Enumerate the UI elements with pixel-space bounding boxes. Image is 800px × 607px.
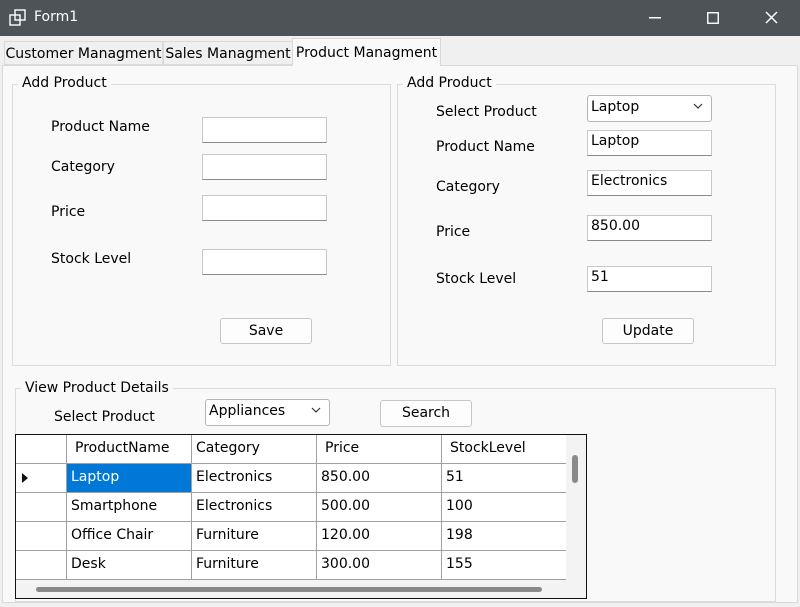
chevron-down-icon: [311, 407, 321, 413]
stock-level-field[interactable]: [202, 249, 327, 275]
table-cell[interactable]: 155: [442, 551, 566, 580]
update-stock-level-field[interactable]: 51: [587, 266, 712, 292]
select-product-dropdown[interactable]: Laptop: [587, 95, 712, 122]
close-button[interactable]: [742, 0, 800, 36]
table-cell[interactable]: 300.00: [317, 551, 442, 580]
window-title: Form1: [34, 9, 79, 25]
save-button[interactable]: Save: [220, 318, 312, 344]
row-header[interactable]: [16, 522, 67, 551]
tab-sales-managment[interactable]: Sales Managment: [163, 41, 293, 65]
chevron-down-icon: [693, 103, 703, 109]
title-bar: Form1: [0, 0, 800, 36]
table-cell[interactable]: Electronics: [192, 464, 317, 493]
select-product-value: Laptop: [591, 99, 640, 115]
product-name-label: Product Name: [51, 119, 150, 135]
table-cell[interactable]: 850.00: [317, 464, 442, 493]
table-cell[interactable]: Smartphone: [67, 493, 192, 522]
view-select-product-label: Select Product: [54, 409, 155, 425]
row-header[interactable]: [16, 551, 67, 580]
table-cell[interactable]: Office Chair: [67, 522, 192, 551]
view-product-details-legend: View Product Details: [21, 380, 173, 396]
maximize-icon: [707, 12, 719, 24]
table-cell[interactable]: 120.00: [317, 522, 442, 551]
horizontal-scrollbar-thumb[interactable]: [36, 587, 542, 592]
table-cell[interactable]: 100: [442, 493, 566, 522]
row-header[interactable]: [16, 464, 67, 493]
product-name-field[interactable]: [202, 117, 327, 143]
search-button[interactable]: Search: [380, 400, 472, 427]
vertical-scrollbar[interactable]: [566, 435, 586, 598]
table-cell[interactable]: 500.00: [317, 493, 442, 522]
table-cell[interactable]: Laptop: [67, 464, 192, 493]
view-select-product-value: Appliances: [209, 403, 286, 419]
category-label: Category: [51, 159, 115, 175]
horizontal-scrollbar[interactable]: [16, 580, 566, 598]
table-cell[interactable]: Desk: [67, 551, 192, 580]
minimize-button[interactable]: [626, 0, 684, 36]
current-row-arrow-icon: [22, 473, 28, 483]
tab-product-managment[interactable]: Product Managment: [292, 38, 441, 66]
update-product-name-field[interactable]: Laptop: [587, 130, 712, 156]
table-cell[interactable]: 51: [442, 464, 566, 493]
table-cell[interactable]: Furniture: [192, 522, 317, 551]
add-product-legend: Add Product: [18, 75, 111, 91]
table-cell[interactable]: Furniture: [192, 551, 317, 580]
minimize-icon: [649, 17, 661, 19]
category-field[interactable]: [202, 154, 327, 180]
row-header[interactable]: [16, 493, 67, 522]
price-field[interactable]: [202, 195, 327, 221]
app-icon: [9, 9, 26, 26]
column-header-price[interactable]: Price: [317, 435, 442, 464]
update-price-label: Price: [436, 224, 471, 240]
view-select-product-dropdown[interactable]: Appliances: [205, 399, 330, 426]
tab-customer-managment[interactable]: Customer Managment: [4, 41, 163, 65]
update-category-label: Category: [436, 179, 500, 195]
column-header-stocklevel[interactable]: StockLevel: [442, 435, 566, 464]
table-cell[interactable]: Electronics: [192, 493, 317, 522]
select-product-label: Select Product: [436, 104, 537, 120]
stock-level-label: Stock Level: [51, 251, 132, 267]
table-cell[interactable]: 198: [442, 522, 566, 551]
update-product-name-label: Product Name: [436, 139, 535, 155]
update-stock-level-label: Stock Level: [436, 271, 517, 287]
price-label: Price: [51, 204, 86, 220]
column-header-productname[interactable]: ProductName: [67, 435, 192, 464]
update-price-field[interactable]: 850.00: [587, 215, 712, 241]
update-button[interactable]: Update: [602, 318, 694, 344]
update-category-field[interactable]: Electronics: [587, 170, 712, 196]
vertical-scrollbar-thumb[interactable]: [572, 455, 578, 483]
column-header-category[interactable]: Category: [192, 435, 317, 464]
update-product-legend: Add Product: [403, 75, 496, 91]
maximize-button[interactable]: [684, 0, 742, 36]
row-header-corner: [16, 435, 67, 464]
close-icon: [765, 11, 778, 24]
product-details-grid[interactable]: ProductName Category Price StockLevel La…: [15, 434, 587, 599]
